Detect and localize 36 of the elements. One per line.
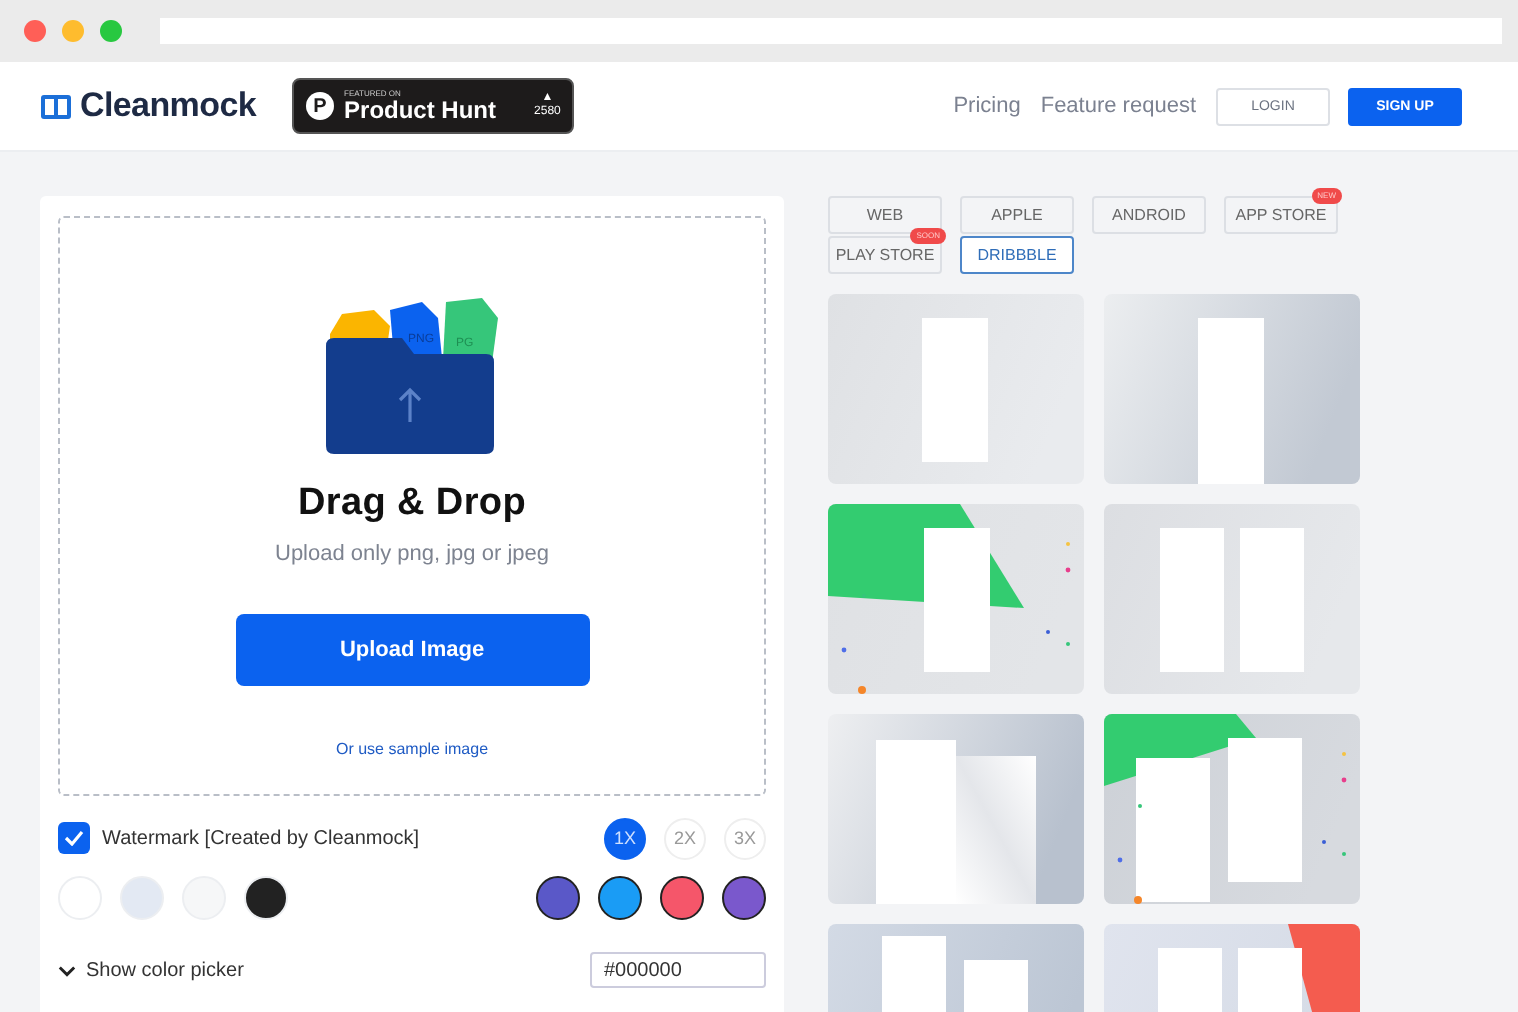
color-swatch[interactable] xyxy=(598,876,642,920)
template-thumbnail[interactable] xyxy=(828,294,1084,484)
chevron-icon[interactable] xyxy=(58,961,76,979)
platform-tab[interactable]: WEB xyxy=(828,196,942,234)
scale-option[interactable]: 2X xyxy=(664,817,706,859)
template-thumbnail[interactable] xyxy=(1104,504,1360,694)
color-swatch[interactable] xyxy=(536,876,580,920)
nav-link[interactable]: Feature request xyxy=(1040,94,1196,118)
hex-color-field[interactable]: #000000 xyxy=(590,952,766,988)
sample-image-link[interactable]: Or use sample image xyxy=(335,740,489,758)
product-hunt-glyph: P xyxy=(306,92,335,120)
dropzone-title: Drag & Drop xyxy=(297,482,527,526)
logo-text[interactable]: Cleanmock xyxy=(80,86,257,126)
platform-tab[interactable]: ANDROID xyxy=(1092,196,1206,234)
scale-option[interactable]: 3X xyxy=(724,817,766,859)
badge-name: Product Hunt xyxy=(344,98,497,122)
logo-icon xyxy=(40,93,72,119)
upload-button[interactable]: Upload Image xyxy=(235,614,589,686)
nav-link[interactable]: Pricing xyxy=(953,94,1021,118)
color-swatch[interactable] xyxy=(722,876,766,920)
color-swatch[interactable] xyxy=(660,876,704,920)
window-control-dot[interactable] xyxy=(24,20,46,42)
template-thumbnail[interactable] xyxy=(1104,714,1360,904)
template-thumbnail[interactable] xyxy=(1104,294,1360,484)
scale-option[interactable]: 1X xyxy=(604,817,646,859)
window-control-dot[interactable] xyxy=(62,20,84,42)
platform-tab[interactable]: APPLE xyxy=(960,196,1074,234)
template-thumbnail[interactable] xyxy=(828,504,1084,694)
platform-tab[interactable]: DRIBBBLE xyxy=(960,236,1074,274)
color-picker-toggle[interactable]: Show color picker xyxy=(86,959,244,981)
watermark-label: Watermark [Created by Cleanmock] xyxy=(102,827,420,849)
watermark-checkbox[interactable] xyxy=(58,822,90,854)
checkmark-icon xyxy=(64,830,84,846)
template-thumbnail[interactable] xyxy=(828,714,1084,904)
dropzone-subtitle: Upload only png, jpg or jpeg xyxy=(275,542,549,566)
window-control-dot[interactable] xyxy=(100,20,122,42)
